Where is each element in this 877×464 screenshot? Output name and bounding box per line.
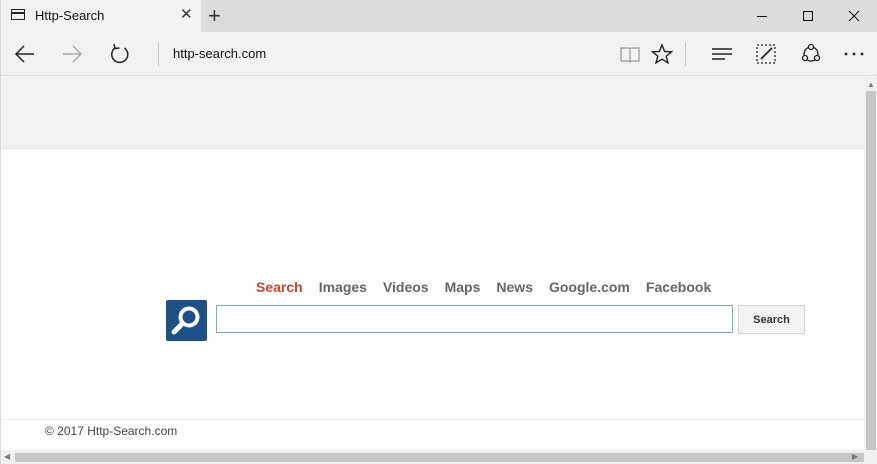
nav-link-maps[interactable]: Maps	[445, 279, 481, 295]
pen-note-icon	[756, 44, 776, 64]
url-field[interactable]: http-search.com	[173, 46, 266, 61]
favorite-button[interactable]	[642, 32, 682, 76]
nav-link-google[interactable]: Google.com	[549, 279, 630, 295]
refresh-icon	[111, 43, 129, 64]
maximize-button[interactable]	[785, 0, 831, 32]
separator	[158, 42, 159, 66]
minimize-icon	[757, 16, 767, 17]
address-bar: http-search.com	[1, 32, 877, 76]
hub-button[interactable]	[702, 32, 742, 76]
nav-link-search[interactable]: Search	[256, 279, 303, 295]
horizontal-scrollbar[interactable]: ◀ ▶	[1, 450, 877, 464]
maximize-icon	[803, 11, 813, 21]
more-button[interactable]	[834, 32, 874, 76]
nav-link-images[interactable]: Images	[319, 279, 367, 295]
separator	[685, 42, 686, 66]
minimize-button[interactable]	[739, 0, 785, 32]
new-tab-button[interactable]: +	[208, 3, 221, 29]
page-header-band	[1, 77, 864, 149]
search-logo	[166, 300, 207, 341]
scroll-right-icon[interactable]: ▶	[852, 452, 858, 461]
hub-lines-icon	[712, 48, 732, 60]
web-note-button[interactable]	[746, 32, 786, 76]
nav-link-videos[interactable]: Videos	[383, 279, 429, 295]
scroll-up-icon[interactable]: ▲	[867, 80, 875, 89]
close-tab-icon[interactable]: ✕	[180, 7, 193, 23]
share-button[interactable]	[791, 32, 831, 76]
search-nav-links: Search Images Videos Maps News Google.com Face…	[256, 279, 727, 295]
tab-page-icon	[11, 9, 25, 20]
back-arrow-icon	[14, 45, 34, 63]
nav-link-news[interactable]: News	[496, 279, 533, 295]
close-window-icon	[848, 10, 860, 22]
browser-window: Http-Search ✕ + http-search.com Search I…	[0, 0, 877, 464]
refresh-button[interactable]	[100, 32, 140, 76]
forward-arrow-icon	[63, 45, 83, 63]
vertical-scrollbar[interactable]: ▲	[864, 77, 877, 451]
title-bar: Http-Search ✕ +	[1, 0, 877, 32]
forward-button[interactable]	[52, 32, 92, 76]
scroll-left-icon[interactable]: ◀	[4, 452, 10, 461]
horizontal-scroll-thumb[interactable]	[15, 453, 864, 462]
magnifier-icon	[171, 306, 200, 335]
book-icon	[620, 47, 640, 63]
browser-tab[interactable]: Http-Search ✕	[1, 0, 201, 32]
nav-link-facebook[interactable]: Facebook	[646, 279, 711, 295]
search-button[interactable]: Search	[738, 305, 805, 334]
tab-title: Http-Search	[35, 8, 105, 23]
back-button[interactable]	[5, 32, 45, 76]
footer-divider	[1, 419, 864, 420]
footer-copyright: © 2017 Http-Search.com	[45, 424, 178, 438]
vertical-scroll-thumb[interactable]	[866, 91, 876, 451]
more-dots-icon	[844, 52, 864, 56]
share-icon	[801, 43, 821, 62]
search-input[interactable]	[216, 305, 733, 333]
star-icon	[651, 43, 673, 65]
close-window-button[interactable]	[831, 0, 877, 32]
